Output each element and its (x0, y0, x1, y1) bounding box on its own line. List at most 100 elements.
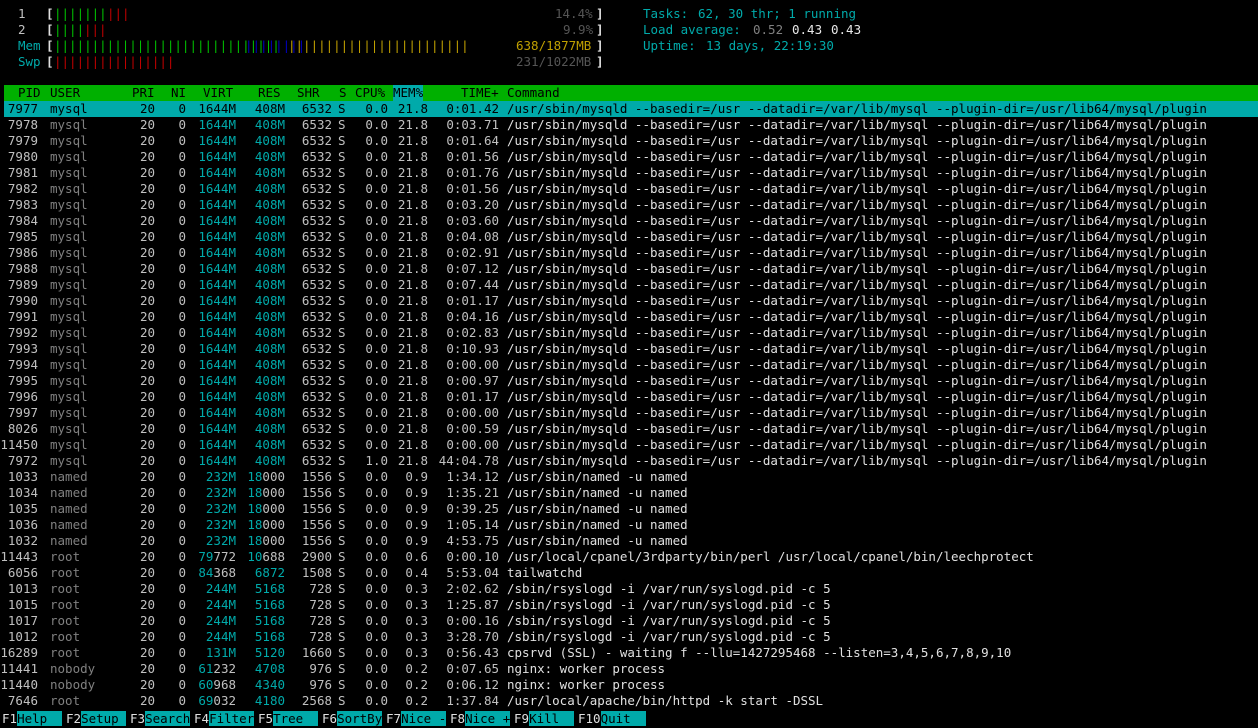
cell-time: 44:04.78 (438, 453, 499, 468)
col-virt[interactable]: VIRT (203, 85, 233, 101)
col-time[interactable]: TIME+ (461, 85, 499, 101)
cell-virt: 69032 (198, 693, 236, 708)
cell-time: 0:03.60 (446, 213, 499, 228)
cell-ni: 0 (178, 453, 186, 468)
table-row[interactable]: 11450 mysql 20 0 1644M 408M 6532 S 0.0 21.8 0:00.0… (0, 437, 1254, 453)
col-cpu[interactable]: CPU% (355, 85, 385, 101)
table-row[interactable]: 7985 mysql 20 0 1644M 408M 6532 S 0.0 21.8 0:04.08… (0, 229, 1254, 245)
cell-shr: 1508 (301, 565, 332, 580)
table-row[interactable]: 7992 mysql 20 0 1644M 408M 6532 S 0.0 21.8 0:02.83… (0, 325, 1254, 341)
cpu2-bar-green: |||| (54, 22, 85, 37)
cell-shr: 6532 (301, 181, 332, 196)
table-row[interactable]: 11441 nobody 20 0 61232 4708 976 S 0.0 0.2 0:07.65… (0, 661, 1254, 677)
table-row[interactable]: 7981 mysql 20 0 1644M 408M 6532 S 0.0 21.8 0:01.76… (0, 165, 1254, 181)
col-user[interactable]: USER (50, 85, 80, 101)
table-row[interactable]: 7972 mysql 20 0 1644M 408M 6532 S 1.0 21.8 44:04.7… (0, 453, 1254, 469)
cell-cpu: 0.0 (365, 245, 388, 260)
cell-pri: 20 (139, 565, 155, 580)
cell-ni: 0 (178, 517, 186, 532)
cell-virt: 1644M (198, 357, 236, 372)
table-row[interactable]: 7989 mysql 20 0 1644M 408M 6532 S 0.0 21.8 0:07.44… (0, 277, 1254, 293)
swp-value: 231/1022MB (516, 54, 592, 69)
cell-shr: 6532 (301, 309, 332, 324)
cell-virt: 1644M (198, 133, 236, 148)
col-command[interactable]: Command (507, 85, 560, 101)
table-row[interactable]: 1012 root 20 0 244M 5168 728 S 0.0 0.3 3:28.70/sbi… (0, 629, 1254, 645)
table-row[interactable]: 8026 mysql 20 0 1644M 408M 6532 S 0.0 21.8 0:00.59… (0, 421, 1254, 437)
col-shr[interactable]: SHR (297, 85, 320, 101)
table-row[interactable]: 7978 mysql 20 0 1644M 408M 6532 S 0.0 21.8 0:03.71… (0, 117, 1254, 133)
fkey-nice---button[interactable]: F7Nice - (386, 710, 447, 727)
cell-s: S (338, 501, 346, 516)
table-row[interactable]: 7982 mysql 20 0 1644M 408M 6532 S 0.0 21.8 0:01.56… (0, 181, 1254, 197)
swp-bar-red: |||||||||||||||| (54, 54, 175, 69)
cell-cpu: 0.0 (365, 181, 388, 196)
fkey-setup-button[interactable]: F2Setup (66, 710, 127, 727)
table-row[interactable]: 7988 mysql 20 0 1644M 408M 6532 S 0.0 21.8 0:07.12… (0, 261, 1254, 277)
table-row[interactable]: 7986 mysql 20 0 1644M 408M 6532 S 0.0 21.8 0:02.91… (0, 245, 1254, 261)
col-s[interactable]: S (339, 85, 347, 101)
cell-time: 0:00.16 (446, 613, 499, 628)
fkey-key: F10 (578, 711, 601, 726)
cell-mem: 0.3 (405, 597, 428, 612)
table-row[interactable]: 1015 root 20 0 244M 5168 728 S 0.0 0.3 1:25.87/sbi… (0, 597, 1254, 613)
cell-time: 0:07.44 (446, 277, 499, 292)
table-row[interactable]: 7646 root 20 0 69032 4180 2568 S 0.0 0.2 1:37.84/u… (0, 693, 1254, 709)
table-row[interactable]: 11443 root 20 0 79772 10688 2900 S 0.0 0.6 0:00.10… (0, 549, 1254, 565)
cell-pid: 7989 (7, 277, 38, 292)
table-row[interactable]: 7997 mysql 20 0 1644M 408M 6532 S 0.0 21.8 0:00.00… (0, 405, 1254, 421)
col-pri[interactable]: PRI (132, 85, 155, 101)
table-row[interactable]: 1032 named 20 0 232M 18000 1556 S 0.0 0.9 4:53.75 /… (0, 533, 1254, 549)
cell-res: 18000 (247, 469, 285, 484)
cell-mem: 0.3 (405, 629, 428, 644)
table-row[interactable]: 1036 named 20 0 232M 18000 1556 S 0.0 0.9 1:05.14 /… (0, 517, 1254, 533)
cell-res: 18000 (247, 501, 285, 516)
table-row[interactable]: 7993 mysql 20 0 1644M 408M 6532 S 0.0 21.8 0:10.93… (0, 341, 1254, 357)
table-row[interactable]: 11440 nobody 20 0 60968 4340 976 S 0.0 0.2 0:06.12… (0, 677, 1254, 693)
table-row[interactable]: 1034 named 20 0 232M 18000 1556 S 0.0 0.9 1:35.21 /… (0, 485, 1254, 501)
cell-cmd: /usr/sbin/mysqld --basedir=/usr --datadi… (507, 117, 1207, 132)
table-row[interactable]: 7980 mysql 20 0 1644M 408M 6532 S 0.0 21.8 0:01.56… (0, 149, 1254, 165)
fkey-filter-button[interactable]: F4Filter (194, 710, 255, 727)
col-res[interactable]: RES (258, 85, 281, 101)
cell-ni: 0 (178, 357, 186, 372)
table-row[interactable]: 1013 root 20 0 244M 5168 728 S 0.0 0.3 2:02.62/sbi… (0, 581, 1254, 597)
cell-cpu: 0.0 (365, 149, 388, 164)
table-row[interactable]: 6056 root 20 0 84368 6872 1508 S 0.0 0.4 5:53.04 ta… (0, 565, 1254, 581)
fkey-quit-button[interactable]: F10Quit (578, 710, 646, 727)
cell-res: 408M (254, 341, 285, 356)
table-row[interactable]: 1033 named 20 0 232M 18000 1556 S 0.0 0.9 1:34.12 /… (0, 469, 1254, 485)
cell-pri: 20 (139, 165, 155, 180)
table-row[interactable]: 7990 mysql 20 0 1644M 408M 6532 S 0.0 21.8 0:01.17… (0, 293, 1254, 309)
fkey-help-button[interactable]: F1Help (2, 710, 63, 727)
col-pid[interactable]: PID (18, 85, 41, 101)
table-row[interactable]: 7979 mysql 20 0 1644M 408M 6532 S 0.0 21.8 0:01.64… (0, 133, 1254, 149)
table-row[interactable]: 7995 mysql 20 0 1644M 408M 6532 S 0.0 21.8 0:00.97… (0, 373, 1254, 389)
fkey-label: Setup (81, 711, 127, 726)
col-ni[interactable]: NI (171, 85, 186, 101)
cell-user: named (50, 501, 88, 516)
cell-s: S (338, 165, 346, 180)
fkey-sortby-button[interactable]: F6SortBy (322, 710, 383, 727)
col-mem[interactable]: MEM% (393, 85, 424, 101)
table-row[interactable]: 1017 root 20 0 244M 5168 728 S 0.0 0.3 0:00.16/sbi… (0, 613, 1254, 629)
fkey-label: Tree (273, 711, 319, 726)
table-row[interactable]: 7994 mysql 20 0 1644M 408M 6532 S 0.0 21.8 0:00.00… (0, 357, 1254, 373)
cell-s: S (338, 645, 346, 660)
fkey-nice--button[interactable]: F8Nice + (450, 710, 511, 727)
fkey-tree-button[interactable]: F5Tree (258, 710, 319, 727)
table-row[interactable]: 7983 mysql 20 0 1644M 408M 6532 S 0.0 21.8 0:03.20… (0, 197, 1254, 213)
table-row[interactable]: 16289 root 20 0 131M 5120 1660 S 0.0 0.3 0:56.43 cp… (0, 645, 1254, 661)
table-row-selected[interactable]: 7977 mysql 20 0 1644M 408M 6532 S 0.0 21.8 0:01.42… (4, 101, 1258, 117)
cell-s: S (338, 357, 346, 372)
cell-res: 408M (254, 357, 285, 372)
table-row[interactable]: 1035 named 20 0 232M 18000 1556 S 0.0 0.9 0:39.25 /… (0, 501, 1254, 517)
cell-s: S (338, 293, 346, 308)
cell-time: 0:00.97 (446, 373, 499, 388)
fkey-search-button[interactable]: F3Search (130, 710, 191, 727)
table-row[interactable]: 7984 mysql 20 0 1644M 408M 6532 S 0.0 21.8 0:03.60… (0, 213, 1254, 229)
table-row[interactable]: 7991 mysql 20 0 1644M 408M 6532 S 0.0 21.8 0:04.16… (0, 309, 1254, 325)
cell-res: 408M (254, 453, 285, 468)
table-row[interactable]: 7996 mysql 20 0 1644M 408M 6532 S 0.0 21.8 0:01.17… (0, 389, 1254, 405)
fkey-kill-button[interactable]: F9Kill (514, 710, 575, 727)
